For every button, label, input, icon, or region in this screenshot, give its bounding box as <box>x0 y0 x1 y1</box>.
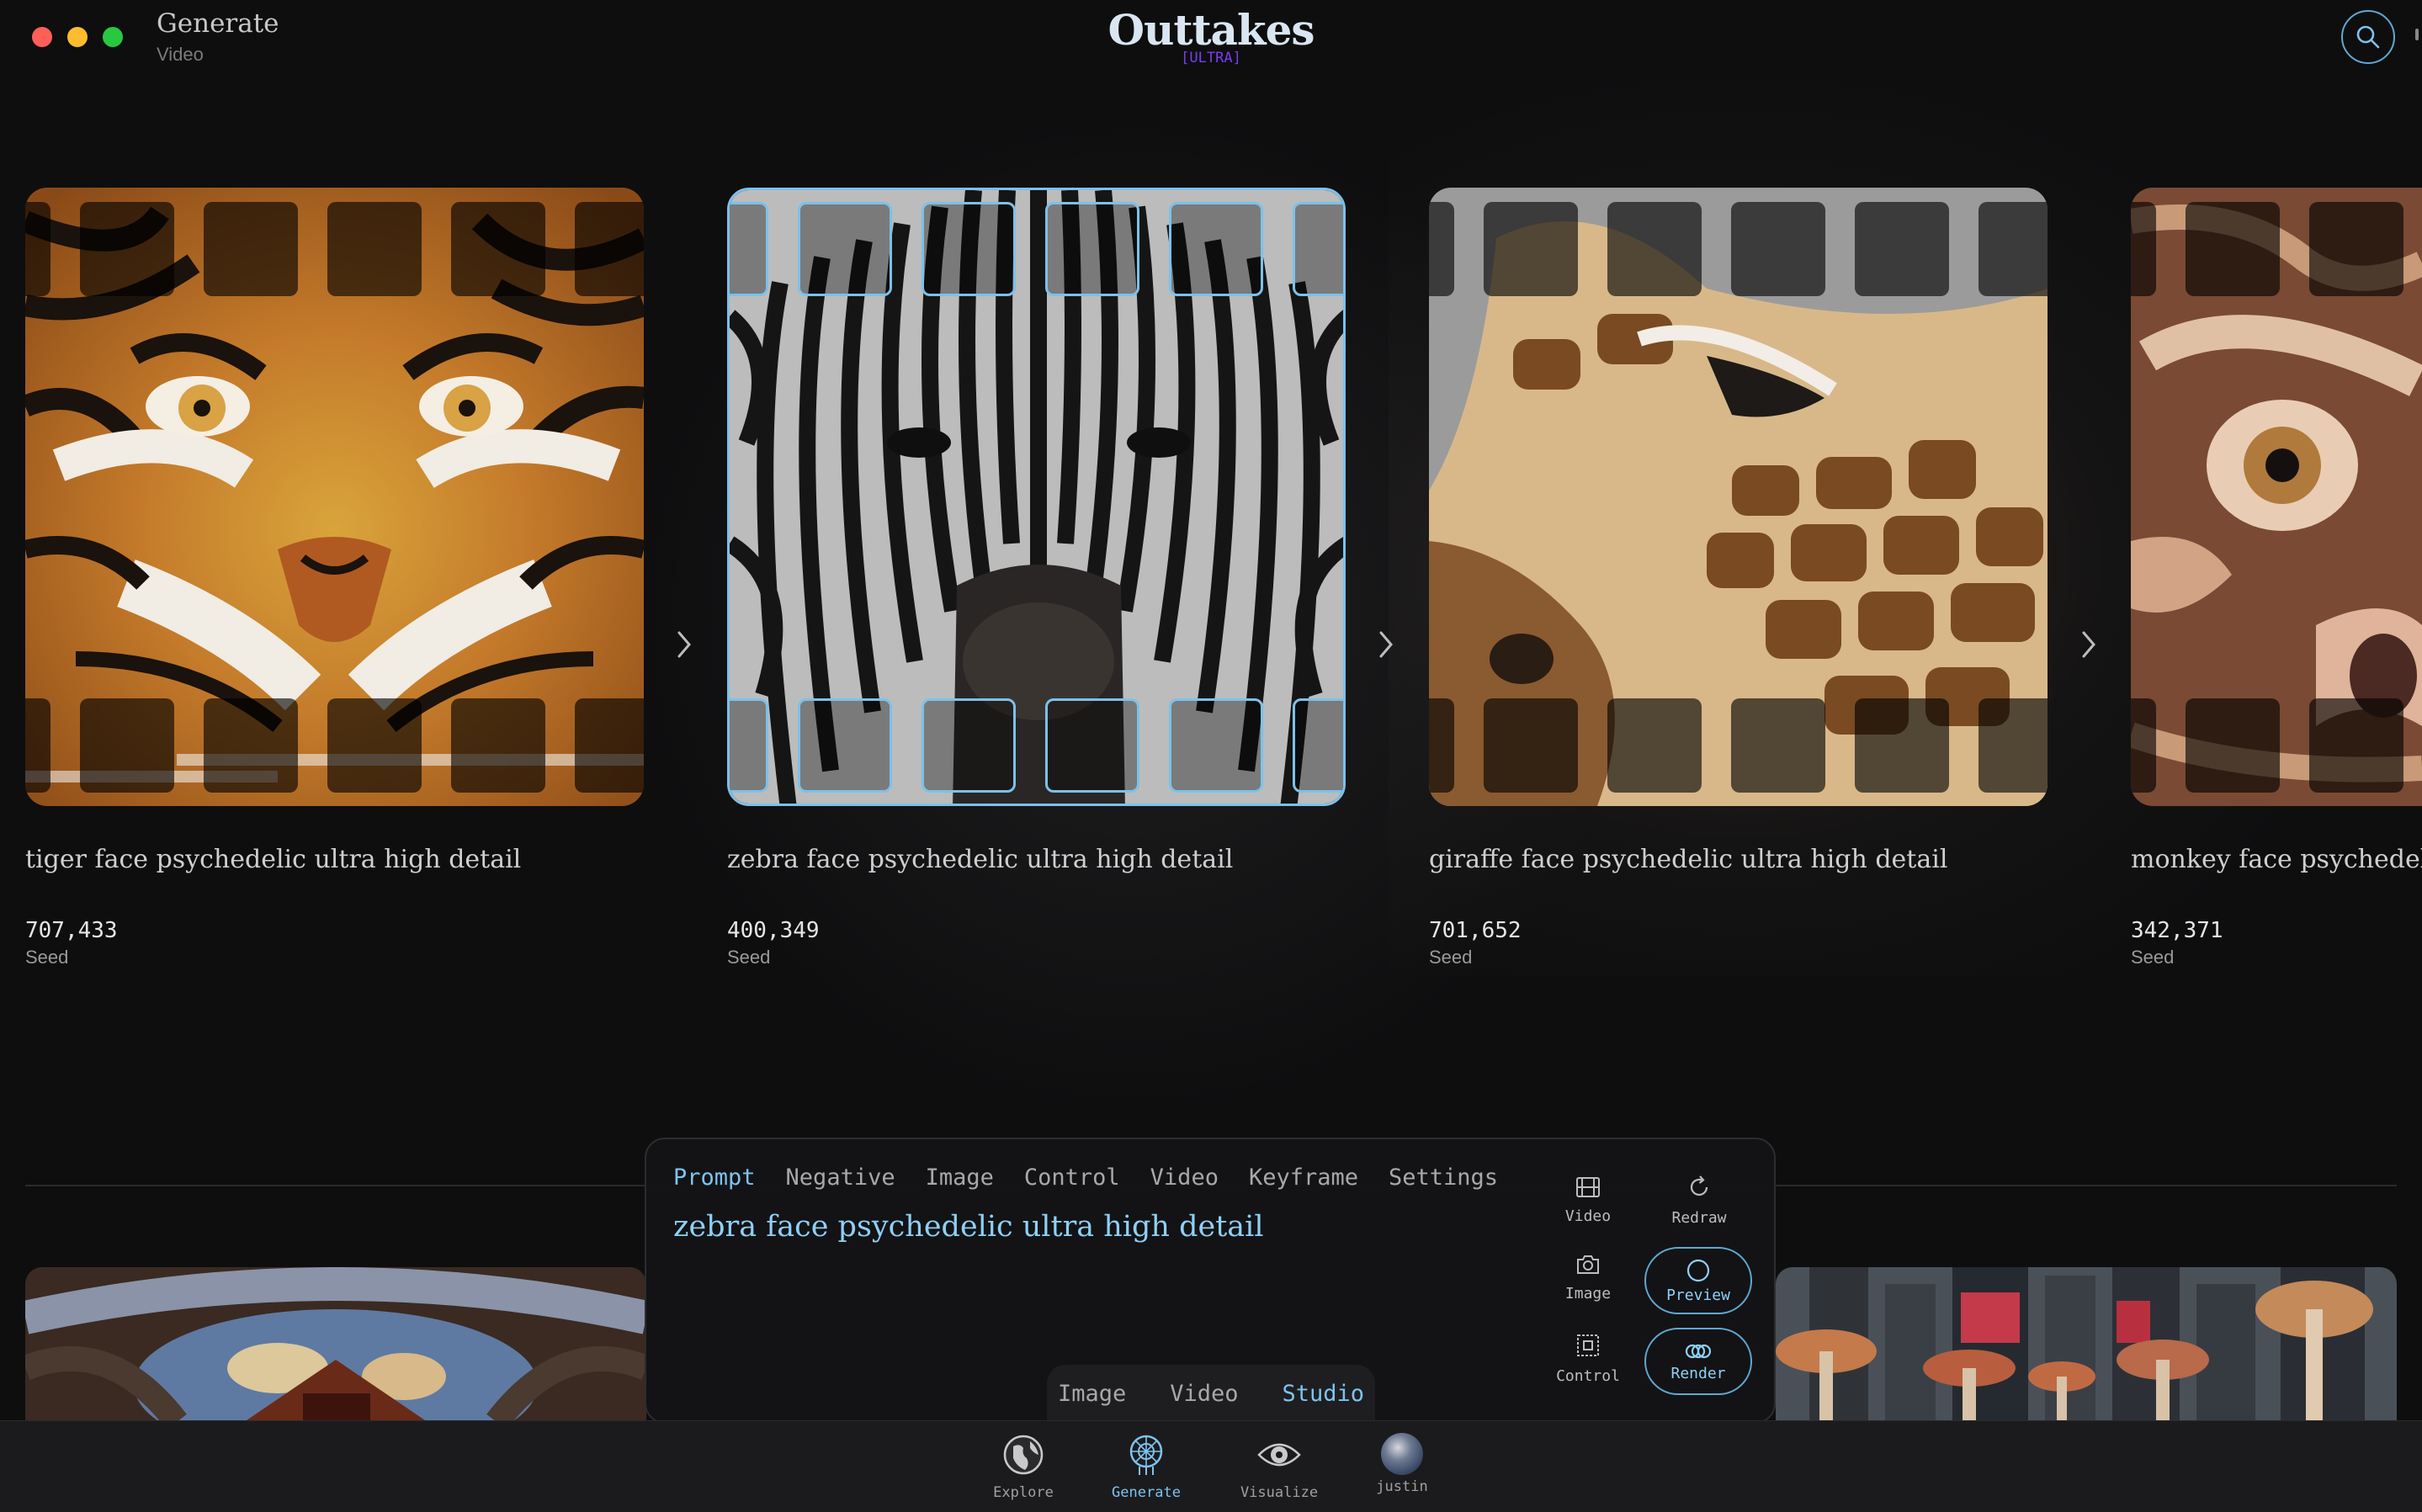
dock-item-visualize[interactable]: Visualize <box>1229 1433 1330 1501</box>
card-thumbnail[interactable] <box>2131 188 2422 806</box>
app-tier-badge: [ULTRA] <box>1181 50 1241 66</box>
seed-label: Seed <box>25 947 69 968</box>
mode-switch: Image Video Studio <box>1047 1365 1375 1422</box>
tab-negative[interactable]: Negative <box>786 1165 895 1191</box>
seed-label: Seed <box>2131 947 2175 968</box>
window-edge-handle <box>2415 29 2419 40</box>
tab-video[interactable]: Video <box>1150 1165 1219 1191</box>
prompt-panel-tabs: Prompt Negative Image Control Video Keyf… <box>673 1165 1498 1191</box>
render-button[interactable]: Render <box>1644 1328 1752 1395</box>
dreamcatcher-icon <box>1129 1435 1163 1475</box>
card-caption: giraffe face psychedelic ultra high deta… <box>1429 845 1948 874</box>
eye-icon <box>1257 1443 1301 1467</box>
next-frame-chevron[interactable] <box>2076 629 2101 660</box>
mode-image[interactable]: Image <box>1058 1381 1126 1407</box>
gallery-thumbnail[interactable] <box>25 1267 646 1422</box>
redraw-button[interactable]: Redraw <box>1653 1175 1745 1227</box>
generation-card[interactable]: giraffe face psychedelic ultra high deta… <box>1429 188 2048 968</box>
tab-control[interactable]: Control <box>1024 1165 1120 1191</box>
app-logo-wordmark: Outtakes <box>1107 5 1315 55</box>
redraw-label: Redraw <box>1671 1209 1727 1227</box>
dock-label-visualize: Visualize <box>1240 1484 1319 1501</box>
app-logo: Outtakes [ULTRA] <box>0 5 2422 66</box>
generation-card[interactable]: monkey face psychedelic ultra high detai… <box>2131 188 2422 968</box>
card-thumbnail[interactable] <box>25 188 644 806</box>
bottom-dock: Explore Generate Visualize justin <box>0 1420 2422 1512</box>
seed-value: 701,652 <box>1429 918 1522 943</box>
seed-value: 707,433 <box>25 918 118 943</box>
mode-studio[interactable]: Studio <box>1283 1381 1365 1407</box>
avatar <box>1381 1433 1423 1475</box>
tab-settings[interactable]: Settings <box>1389 1165 1498 1191</box>
card-clip-region: monkey face psychedelic ultra high detai… <box>2131 188 2422 1029</box>
preview-circle-icon <box>1686 1259 1710 1281</box>
dock-item-user[interactable]: justin <box>1352 1433 1453 1495</box>
image-tool-label: Image <box>1564 1285 1612 1302</box>
seed-value: 400,349 <box>727 918 820 943</box>
generation-card[interactable]: zebra face psychedelic ultra high detail… <box>727 188 1346 968</box>
mode-video[interactable]: Video <box>1170 1381 1238 1407</box>
temple-artwork <box>25 1267 646 1422</box>
film-icon <box>1576 1177 1600 1197</box>
render-label: Render <box>1670 1364 1726 1382</box>
globe-icon <box>1003 1435 1044 1475</box>
prompt-input[interactable]: zebra face psychedelic ultra high detail <box>673 1210 1264 1244</box>
dock-item-generate[interactable]: Generate <box>1096 1433 1197 1501</box>
redraw-icon <box>1690 1175 1708 1196</box>
next-frame-chevron[interactable] <box>672 629 697 660</box>
card-caption: zebra face psychedelic ultra high detail <box>727 845 1234 874</box>
tab-image[interactable]: Image <box>926 1165 994 1191</box>
card-caption: tiger face psychedelic ultra high detail <box>25 845 522 874</box>
dock-label-generate: Generate <box>1112 1484 1181 1501</box>
camera-icon <box>1577 1255 1599 1274</box>
card-thumbnail-selected[interactable] <box>727 188 1346 806</box>
seed-label: Seed <box>727 947 771 968</box>
dock-label-user: justin <box>1376 1478 1428 1495</box>
control-tool-button[interactable]: Control <box>1542 1333 1634 1385</box>
dock-item-explore[interactable]: Explore <box>973 1433 1074 1501</box>
tab-prompt[interactable]: Prompt <box>673 1165 756 1191</box>
preview-label: Preview <box>1666 1286 1730 1304</box>
gallery-thumbnail[interactable] <box>1776 1267 2397 1422</box>
chevron-right-icon <box>2082 631 2095 658</box>
city-mushroom-artwork <box>1776 1267 2397 1422</box>
next-frame-chevron[interactable] <box>1373 629 1399 660</box>
card-caption: monkey face psychedelic ultra high detai… <box>2131 845 2422 874</box>
seed-value: 342,371 <box>2131 918 2223 943</box>
control-tool-label: Control <box>1556 1367 1620 1385</box>
search-icon <box>2356 25 2380 49</box>
seed-label: Seed <box>1429 947 1473 968</box>
image-tool-button[interactable]: Image <box>1542 1254 1634 1302</box>
tab-keyframe[interactable]: Keyframe <box>1249 1165 1358 1191</box>
render-icon <box>1685 1344 1712 1358</box>
video-tool-button[interactable]: Video <box>1542 1176 1634 1225</box>
search-button[interactable] <box>2341 10 2395 64</box>
chevron-right-icon <box>1379 631 1393 658</box>
preview-button[interactable]: Preview <box>1644 1247 1752 1314</box>
generation-card[interactable]: tiger face psychedelic ultra high detail… <box>25 188 644 968</box>
chevron-right-icon <box>677 631 691 658</box>
control-icon <box>1577 1334 1599 1356</box>
video-tool-label: Video <box>1564 1207 1612 1225</box>
card-thumbnail[interactable] <box>1429 188 2048 806</box>
dock-label-explore: Explore <box>993 1484 1054 1501</box>
